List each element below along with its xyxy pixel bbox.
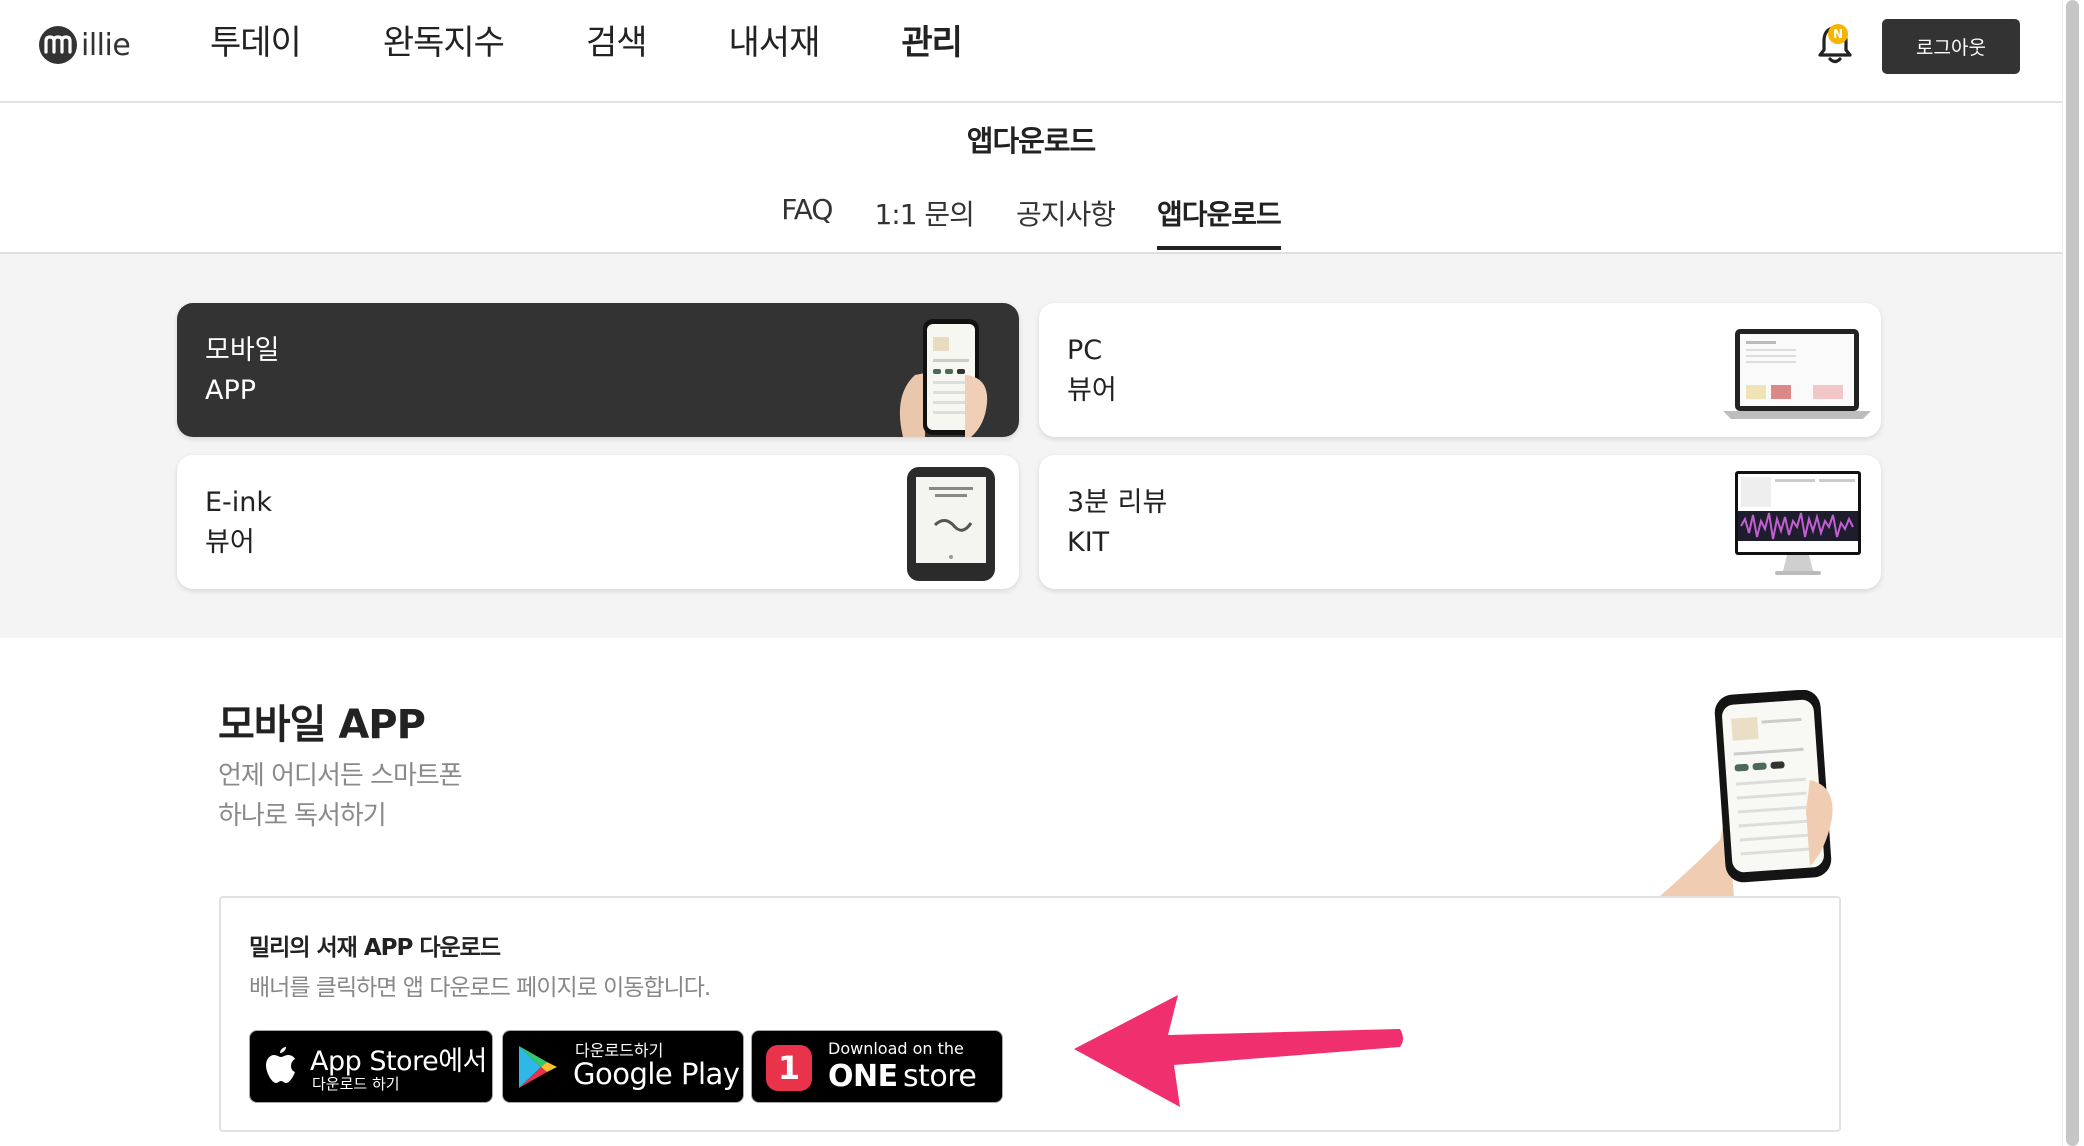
card-line1: 모바일 [205, 335, 280, 366]
card-line2: APP [205, 375, 257, 406]
page-title: 앱다운로드 [966, 124, 1096, 158]
scrollbar-thumb[interactable] [2066, 0, 2079, 1146]
tab-notice[interactable]: 공지사항 [1016, 193, 1116, 247]
section-desc-line1: 언제 어디서든 스마트폰 [218, 761, 463, 791]
download-title: 밀리의 서재 APP 다운로드 [249, 935, 501, 961]
card-label: E-ink 뷰어 [205, 483, 272, 563]
phone-in-hand-icon [899, 319, 988, 437]
notification-badge: N [1828, 24, 1848, 44]
nav-search[interactable]: 검색 [586, 20, 648, 66]
google-play-icon [519, 1046, 557, 1088]
card-eink-viewer[interactable]: E-ink 뷰어 [177, 455, 1019, 589]
card-line1: 3분 리뷰 [1067, 487, 1168, 518]
one-store-line1: Download on the [828, 1039, 964, 1058]
main-nav: 투데이 완독지수 검색 내서재 관리 [210, 20, 1044, 66]
one-store-line2-bold: ONE [828, 1059, 898, 1094]
apple-icon [266, 1047, 295, 1083]
one-store-line2-rest: store [903, 1059, 977, 1094]
logout-button[interactable]: 로그아웃 [1882, 19, 2020, 74]
card-mobile-app[interactable]: 모바일 APP [177, 303, 1019, 437]
card-label: 3분 리뷰 KIT [1067, 483, 1167, 563]
millie-logo-icon [39, 26, 77, 64]
app-store-button[interactable]: App Store에서 다운로드 하기 [249, 1030, 493, 1103]
nav-my-library[interactable]: 내서재 [729, 20, 821, 66]
ereader-icon [907, 467, 995, 581]
tab-app-download[interactable]: 앱다운로드 [1156, 193, 1282, 250]
nav-completion-index[interactable]: 완독지수 [383, 20, 505, 66]
card-label: PC 뷰어 [1067, 331, 1117, 411]
logo-text: illie [81, 27, 131, 63]
support-tabs: FAQ 1:1 문의 공지사항 앱다운로드 [0, 193, 2062, 250]
download-subtitle: 배너를 클릭하면 앱 다운로드 페이지로 이동합니다. [249, 975, 711, 1001]
card-pc-viewer[interactable]: PC 뷰어 [1039, 303, 1881, 437]
one-store-icon: 1 [766, 1045, 812, 1091]
laptop-icon [1723, 329, 1871, 419]
tab-faq[interactable]: FAQ [781, 193, 833, 247]
app-store-line2: 다운로드 하기 [312, 1075, 400, 1093]
tab-inquiry[interactable]: 1:1 문의 [874, 193, 974, 247]
section-title: 모바일 APP [218, 702, 426, 748]
global-header: illie 투데이 완독지수 검색 내서재 관리 N 로그아웃 [0, 0, 2062, 103]
card-review-kit[interactable]: 3분 리뷰 KIT [1039, 455, 1881, 589]
nav-manage[interactable]: 관리 [901, 20, 963, 66]
annotation-arrow-icon [1074, 995, 1403, 1107]
section-desc-line2: 하나로 독서하기 [218, 801, 387, 831]
card-label: 모바일 APP [205, 331, 280, 411]
card-line1: PC [1067, 335, 1103, 366]
card-line2: KIT [1067, 527, 1110, 558]
one-store-button[interactable]: 1 Download on the ONE store [751, 1030, 1003, 1103]
card-line2: 뷰어 [205, 527, 255, 558]
monitor-icon [1735, 471, 1861, 575]
card-line2: 뷰어 [1067, 375, 1117, 406]
card-line1: E-ink [205, 487, 273, 518]
section-description: 언제 어디서든 스마트폰 하나로 독서하기 [218, 756, 463, 836]
google-play-line2: Google Play [573, 1057, 740, 1091]
google-play-button[interactable]: 다운로드하기 Google Play [502, 1030, 744, 1103]
nav-today[interactable]: 투데이 [210, 20, 302, 66]
app-download-box: 밀리의 서재 APP 다운로드 배너를 클릭하면 앱 다운로드 페이지로 이동합… [219, 896, 1841, 1132]
phone-in-hand-image [1660, 690, 1833, 896]
millie-logo[interactable]: illie [38, 24, 131, 66]
